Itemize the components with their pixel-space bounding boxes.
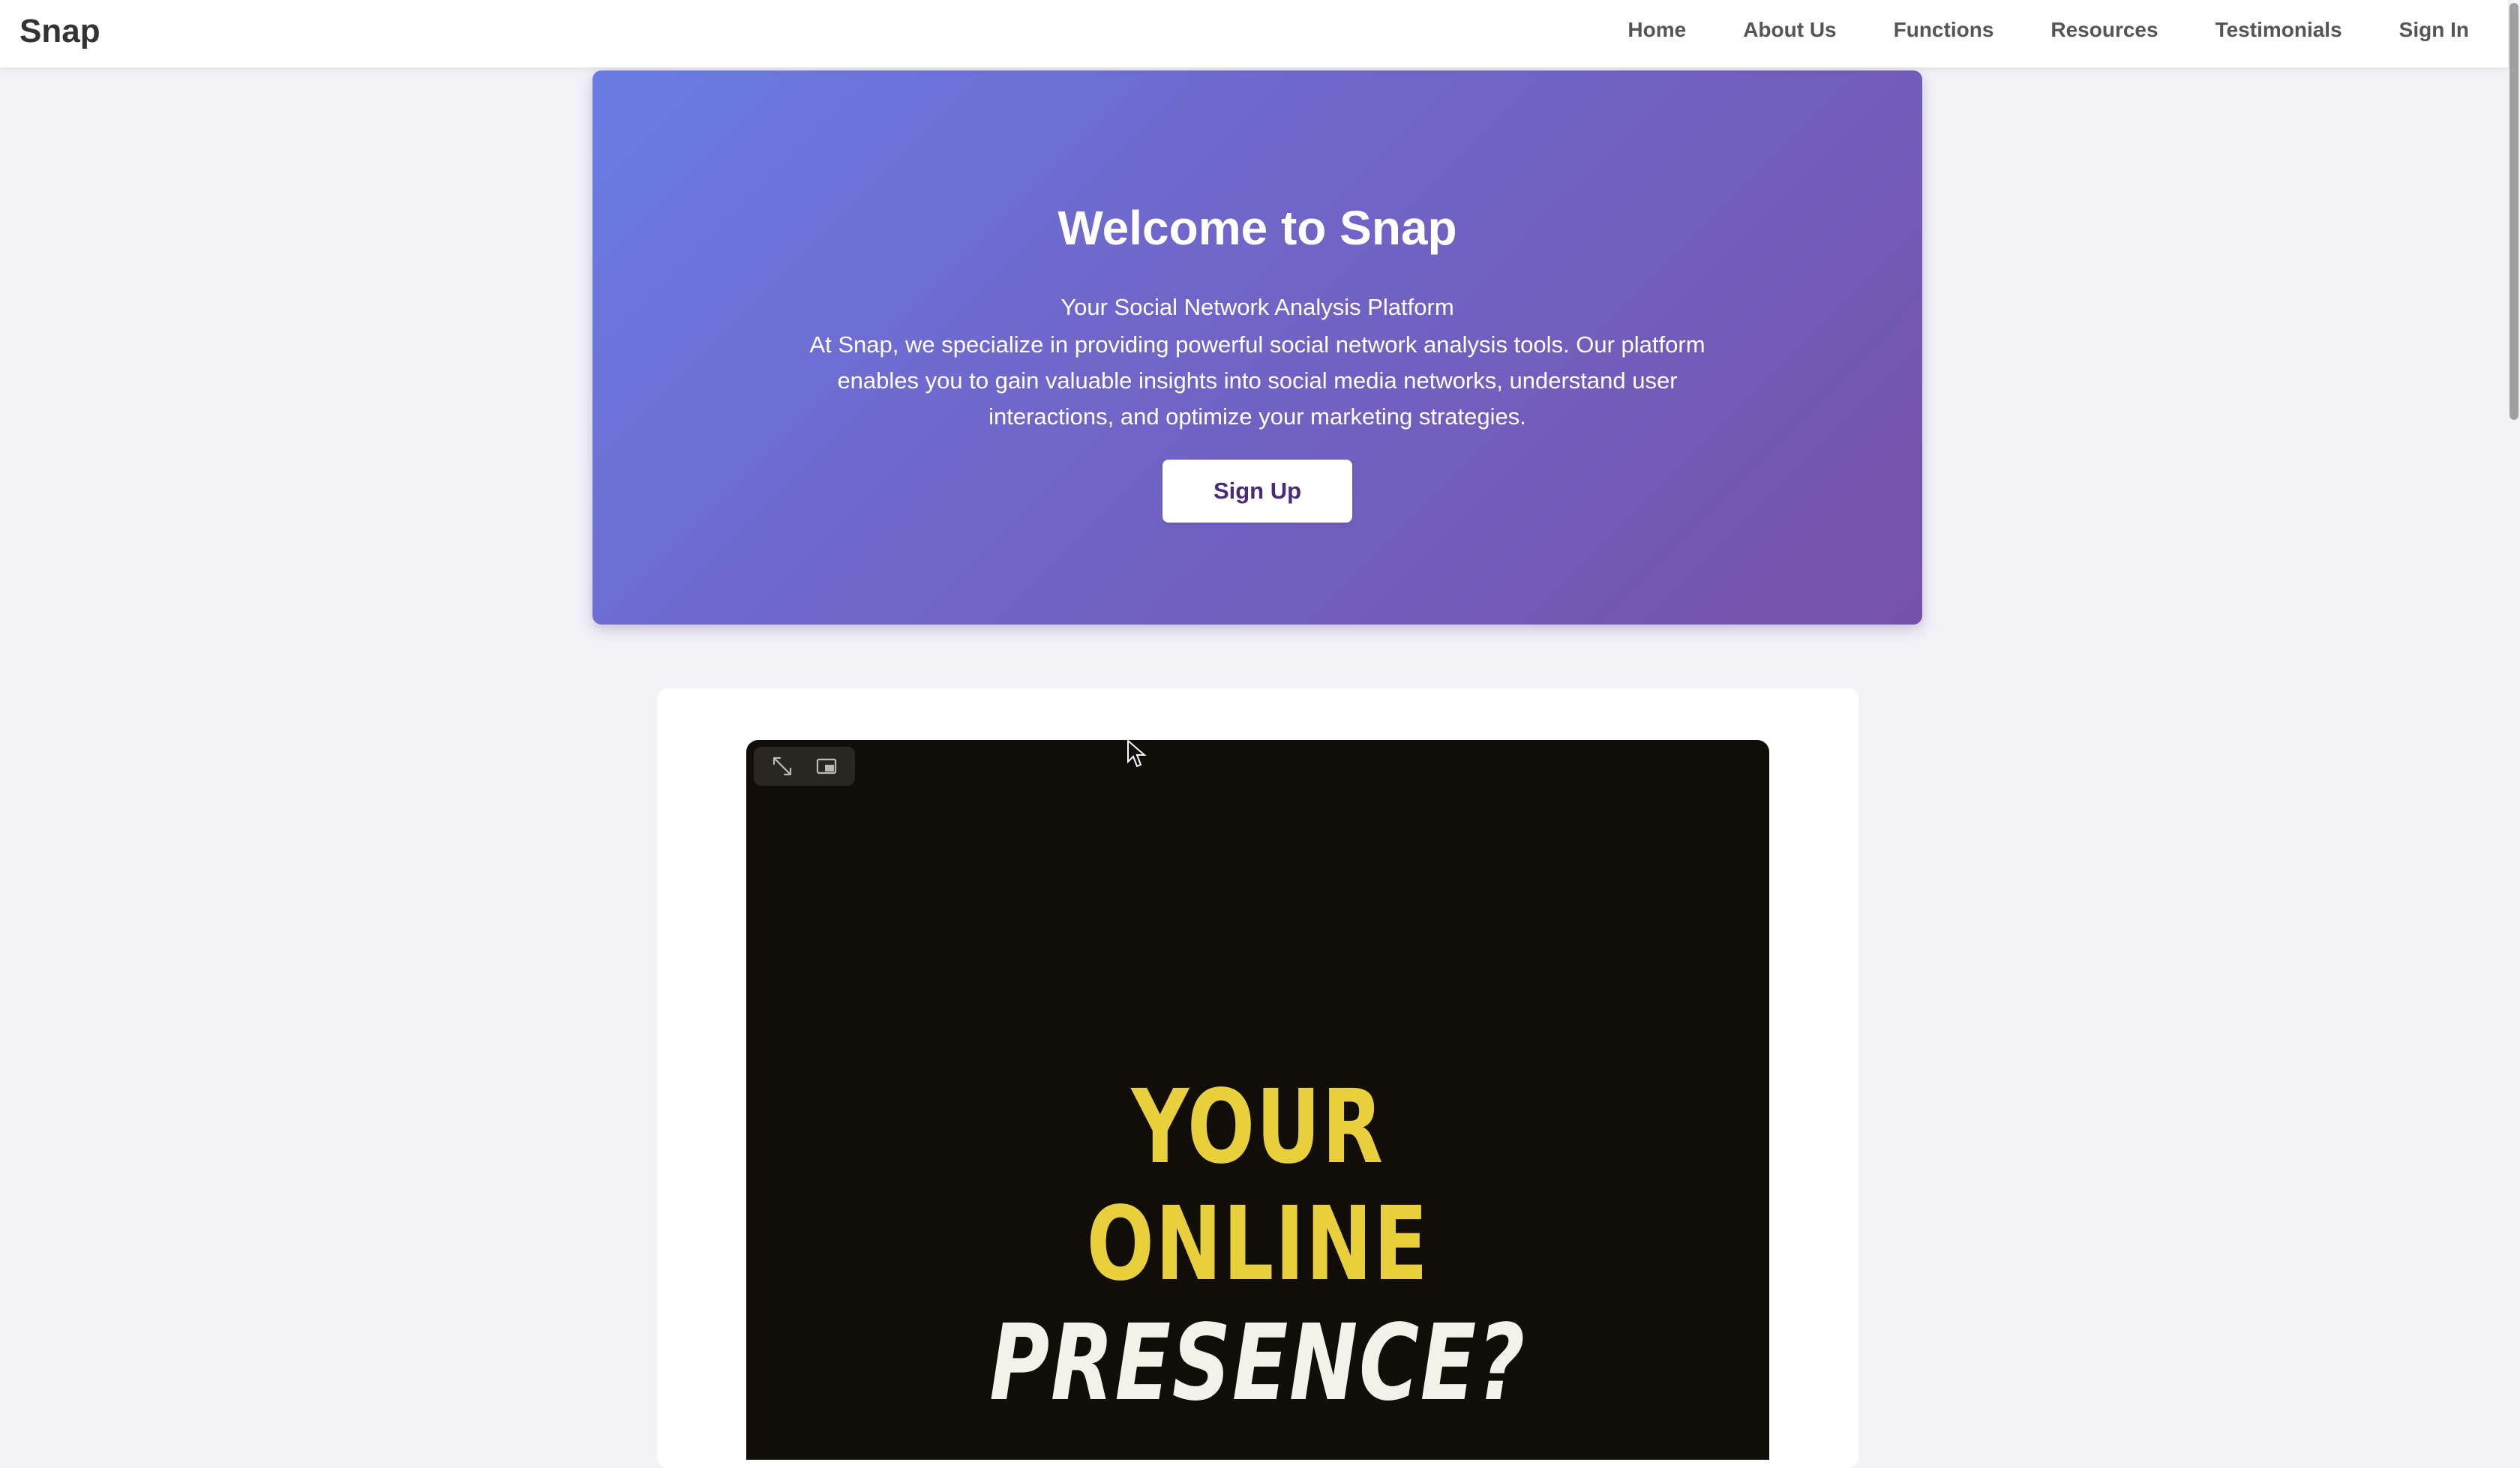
nav-links: Home About Us Functions Resources Testim… — [1628, 15, 2469, 45]
video-controls — [754, 747, 855, 786]
scrollbar-thumb[interactable] — [2510, 3, 2518, 420]
picture-in-picture-icon[interactable] — [813, 753, 840, 780]
brand-logo[interactable]: Snap — [20, 10, 100, 52]
nav-functions[interactable]: Functions — [1894, 15, 1994, 45]
page-scrollbar[interactable] — [2508, 0, 2520, 1444]
video-headline-line-3: PRESENCE? — [989, 1302, 1526, 1425]
video-headline-line-2: ONLINE — [1086, 1185, 1430, 1304]
sign-up-button[interactable]: Sign Up — [1162, 460, 1352, 523]
mouse-cursor-icon — [1127, 739, 1147, 768]
expand-icon[interactable] — [769, 753, 796, 780]
hero-banner: Welcome to Snap Your Social Network Anal… — [592, 70, 1922, 625]
nav-testimonials[interactable]: Testimonials — [2216, 15, 2342, 45]
nav-about-us[interactable]: About Us — [1743, 15, 1836, 45]
nav-resources[interactable]: Resources — [2050, 15, 2158, 45]
hero-description: At Snap, we specialize in providing powe… — [809, 331, 1706, 430]
hero-subtitle: Your Social Network Analysis Platform — [1060, 294, 1454, 320]
video-player[interactable]: YOUR ONLINE PRESENCE? — [746, 740, 1769, 1460]
hero-title: Welcome to Snap — [1058, 201, 1457, 255]
top-navbar: Snap Home About Us Functions Resources T… — [0, 0, 2508, 67]
nav-home[interactable]: Home — [1628, 15, 1686, 45]
nav-sign-in[interactable]: Sign In — [2399, 15, 2469, 45]
video-headline-line-1: YOUR — [1131, 1068, 1384, 1187]
